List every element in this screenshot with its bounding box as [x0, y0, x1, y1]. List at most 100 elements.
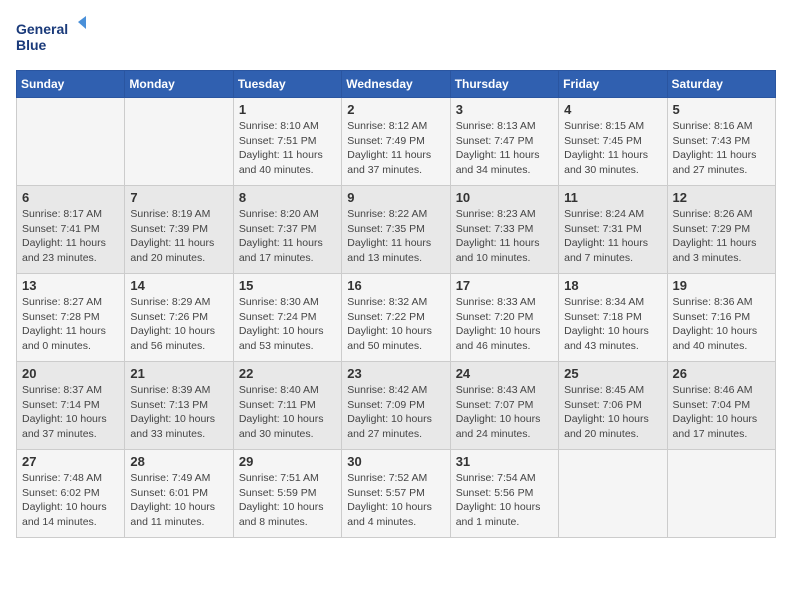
day-number: 2 [347, 102, 444, 117]
day-number: 13 [22, 278, 119, 293]
page-header: General Blue [16, 16, 776, 60]
day-info: Sunrise: 8:10 AMSunset: 7:51 PMDaylight:… [239, 119, 336, 178]
calendar-cell: 2 Sunrise: 8:12 AMSunset: 7:49 PMDaylight… [342, 98, 450, 186]
day-number: 28 [130, 454, 227, 469]
calendar-cell: 15 Sunrise: 8:30 AMSunset: 7:24 PMDayligh… [233, 274, 341, 362]
day-info: Sunrise: 8:19 AMSunset: 7:39 PMDaylight:… [130, 207, 227, 266]
day-number: 20 [22, 366, 119, 381]
weekday-header-saturday: Saturday [667, 71, 775, 98]
day-info: Sunrise: 8:43 AMSunset: 7:07 PMDaylight:… [456, 383, 553, 442]
calendar-cell: 8 Sunrise: 8:20 AMSunset: 7:37 PMDaylight… [233, 186, 341, 274]
calendar-cell: 29Sunrise: 7:51 AMSunset: 5:59 PMDayligh… [233, 450, 341, 538]
day-info: Sunrise: 8:27 AMSunset: 7:28 PMDaylight:… [22, 295, 119, 354]
day-info: Sunrise: 8:37 AMSunset: 7:14 PMDaylight:… [22, 383, 119, 442]
calendar-cell: 31 Sunrise: 7:54 AMSunset: 5:56 PMDayligh… [450, 450, 558, 538]
weekday-header-thursday: Thursday [450, 71, 558, 98]
day-number: 22 [239, 366, 336, 381]
day-info: Sunrise: 7:51 AMSunset: 5:59 PMDaylight:… [239, 471, 336, 530]
calendar-week-2: 6Sunrise: 8:17 AMSunset: 7:41 PMDaylight… [17, 186, 776, 274]
day-number: 7 [130, 190, 227, 205]
calendar-cell [125, 98, 233, 186]
calendar-cell: 11Sunrise: 8:24 AMSunset: 7:31 PMDayligh… [559, 186, 667, 274]
day-number: 27 [22, 454, 119, 469]
logo: General Blue [16, 16, 86, 60]
day-info: Sunrise: 8:15 AMSunset: 7:45 PMDaylight:… [564, 119, 661, 178]
calendar-week-5: 27Sunrise: 7:48 AMSunset: 6:02 PMDayligh… [17, 450, 776, 538]
calendar-cell: 16 Sunrise: 8:32 AMSunset: 7:22 PMDayligh… [342, 274, 450, 362]
svg-text:General: General [16, 21, 68, 37]
calendar-cell: 4 Sunrise: 8:15 AMSunset: 7:45 PMDaylight… [559, 98, 667, 186]
calendar-cell: 28Sunrise: 7:49 AMSunset: 6:01 PMDayligh… [125, 450, 233, 538]
weekday-header-friday: Friday [559, 71, 667, 98]
day-info: Sunrise: 8:34 AMSunset: 7:18 PMDaylight:… [564, 295, 661, 354]
day-number: 24 [456, 366, 553, 381]
day-info: Sunrise: 8:46 AMSunset: 7:04 PMDaylight:… [673, 383, 770, 442]
day-number: 1 [239, 102, 336, 117]
calendar-table: SundayMondayTuesdayWednesdayThursdayFrid… [16, 70, 776, 538]
day-number: 11 [564, 190, 661, 205]
svg-text:Blue: Blue [16, 37, 47, 53]
calendar-cell: 26 Sunrise: 8:46 AMSunset: 7:04 PMDayligh… [667, 362, 775, 450]
day-number: 4 [564, 102, 661, 117]
calendar-cell: 14 Sunrise: 8:29 AMSunset: 7:26 PMDayligh… [125, 274, 233, 362]
day-number: 12 [673, 190, 770, 205]
day-info: Sunrise: 8:30 AMSunset: 7:24 PMDaylight:… [239, 295, 336, 354]
day-number: 9 [347, 190, 444, 205]
day-number: 5 [673, 102, 770, 117]
weekday-header-tuesday: Tuesday [233, 71, 341, 98]
day-number: 10 [456, 190, 553, 205]
weekday-header-wednesday: Wednesday [342, 71, 450, 98]
day-number: 21 [130, 366, 227, 381]
calendar-cell: 19 Sunrise: 8:36 AMSunset: 7:16 PMDayligh… [667, 274, 775, 362]
calendar-cell: 7 Sunrise: 8:19 AMSunset: 7:39 PMDaylight… [125, 186, 233, 274]
calendar-header: SundayMondayTuesdayWednesdayThursdayFrid… [17, 71, 776, 98]
calendar-cell: 20 Sunrise: 8:37 AMSunset: 7:14 PMDayligh… [17, 362, 125, 450]
calendar-cell: 17 Sunrise: 8:33 AMSunset: 7:20 PMDayligh… [450, 274, 558, 362]
day-number: 16 [347, 278, 444, 293]
day-info: Sunrise: 7:54 AMSunset: 5:56 PMDaylight:… [456, 471, 553, 530]
day-number: 31 [456, 454, 553, 469]
weekday-header-sunday: Sunday [17, 71, 125, 98]
calendar-cell [17, 98, 125, 186]
calendar-cell: 27Sunrise: 7:48 AMSunset: 6:02 PMDayligh… [17, 450, 125, 538]
calendar-cell: 23Sunrise: 8:42 AMSunset: 7:09 PMDayligh… [342, 362, 450, 450]
calendar-cell: 18 Sunrise: 8:34 AMSunset: 7:18 PMDayligh… [559, 274, 667, 362]
day-info: Sunrise: 8:13 AMSunset: 7:47 PMDaylight:… [456, 119, 553, 178]
day-info: Sunrise: 8:12 AMSunset: 7:49 PMDaylight:… [347, 119, 444, 178]
calendar-week-4: 20 Sunrise: 8:37 AMSunset: 7:14 PMDayligh… [17, 362, 776, 450]
weekday-header-monday: Monday [125, 71, 233, 98]
day-info: Sunrise: 8:40 AMSunset: 7:11 PMDaylight:… [239, 383, 336, 442]
day-number: 17 [456, 278, 553, 293]
day-info: Sunrise: 8:36 AMSunset: 7:16 PMDaylight:… [673, 295, 770, 354]
day-number: 23 [347, 366, 444, 381]
day-info: Sunrise: 8:23 AMSunset: 7:33 PMDaylight:… [456, 207, 553, 266]
day-number: 19 [673, 278, 770, 293]
day-number: 30 [347, 454, 444, 469]
calendar-cell: 21Sunrise: 8:39 AMSunset: 7:13 PMDayligh… [125, 362, 233, 450]
calendar-cell: 5Sunrise: 8:16 AMSunset: 7:43 PMDaylight… [667, 98, 775, 186]
day-info: Sunrise: 8:33 AMSunset: 7:20 PMDaylight:… [456, 295, 553, 354]
day-info: Sunrise: 8:29 AMSunset: 7:26 PMDaylight:… [130, 295, 227, 354]
calendar-cell: 9Sunrise: 8:22 AMSunset: 7:35 PMDaylight… [342, 186, 450, 274]
day-number: 26 [673, 366, 770, 381]
day-number: 6 [22, 190, 119, 205]
calendar-cell: 25Sunrise: 8:45 AMSunset: 7:06 PMDayligh… [559, 362, 667, 450]
day-info: Sunrise: 7:52 AMSunset: 5:57 PMDaylight:… [347, 471, 444, 530]
day-number: 18 [564, 278, 661, 293]
day-info: Sunrise: 8:20 AMSunset: 7:37 PMDaylight:… [239, 207, 336, 266]
calendar-cell: 6Sunrise: 8:17 AMSunset: 7:41 PMDaylight… [17, 186, 125, 274]
calendar-cell: 24 Sunrise: 8:43 AMSunset: 7:07 PMDayligh… [450, 362, 558, 450]
logo-svg: General Blue [16, 16, 86, 60]
day-number: 8 [239, 190, 336, 205]
calendar-week-1: 1 Sunrise: 8:10 AMSunset: 7:51 PMDaylight… [17, 98, 776, 186]
day-number: 15 [239, 278, 336, 293]
calendar-cell: 30 Sunrise: 7:52 AMSunset: 5:57 PMDayligh… [342, 450, 450, 538]
day-number: 25 [564, 366, 661, 381]
day-info: Sunrise: 8:26 AMSunset: 7:29 PMDaylight:… [673, 207, 770, 266]
day-number: 3 [456, 102, 553, 117]
calendar-cell: 12 Sunrise: 8:26 AMSunset: 7:29 PMDayligh… [667, 186, 775, 274]
calendar-cell [559, 450, 667, 538]
calendar-cell: 3 Sunrise: 8:13 AMSunset: 7:47 PMDaylight… [450, 98, 558, 186]
day-number: 14 [130, 278, 227, 293]
day-info: Sunrise: 8:32 AMSunset: 7:22 PMDaylight:… [347, 295, 444, 354]
